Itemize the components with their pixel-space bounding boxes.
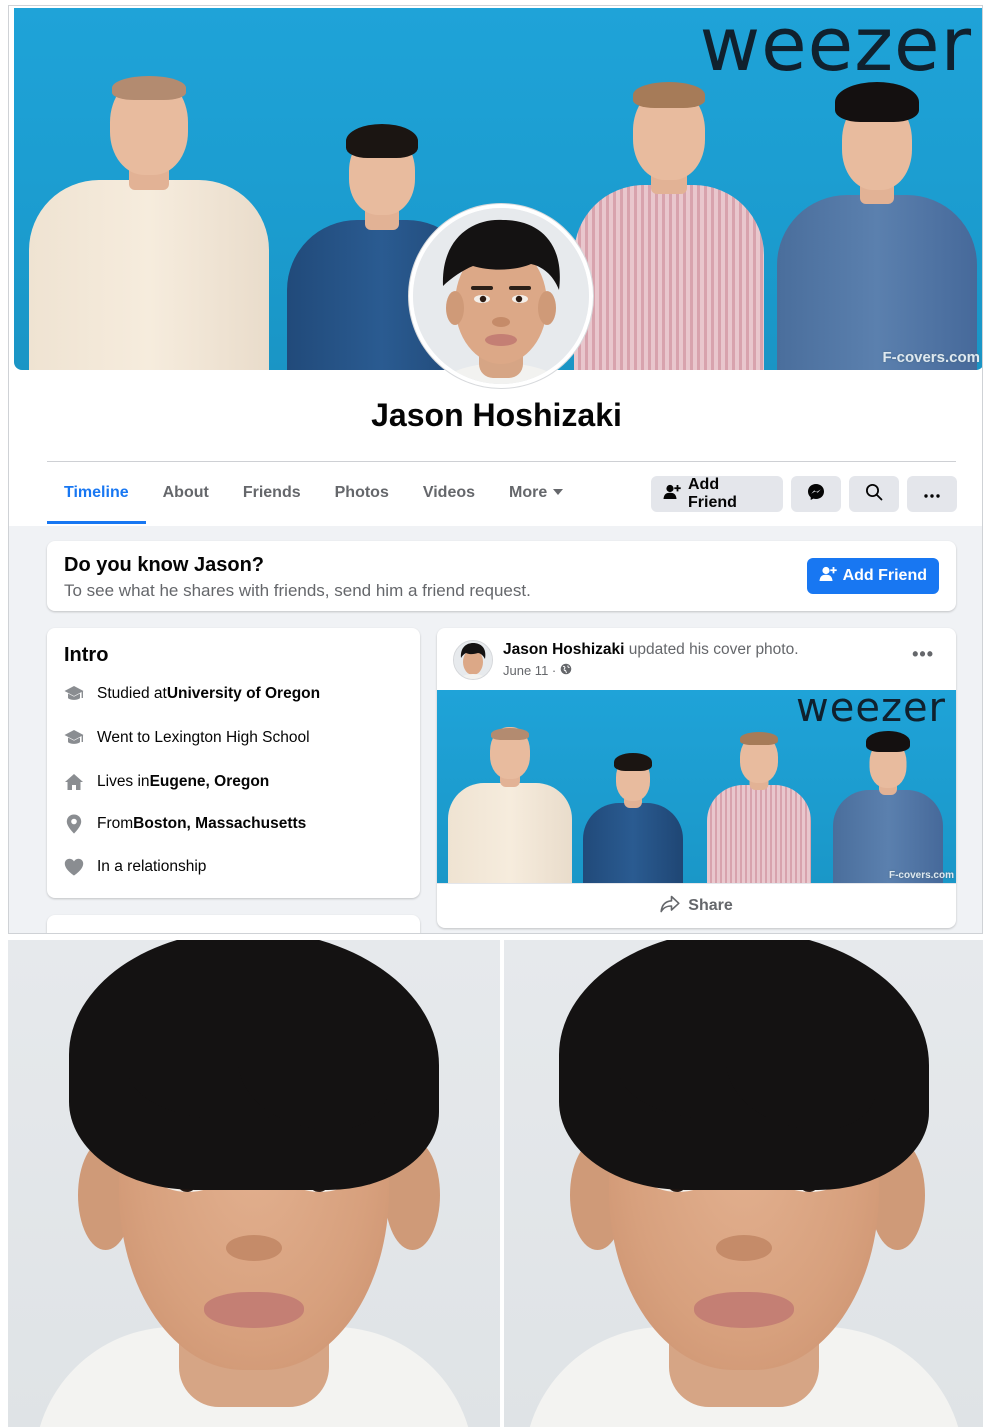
post-headline: Jason Hoshizaki updated his cover photo. xyxy=(503,641,799,659)
globe-icon xyxy=(560,663,572,678)
prompt-subtitle: To see what he shares with friends, send… xyxy=(64,581,531,600)
intro-row-lives-in: Lives in Eugene, Oregon xyxy=(64,772,269,792)
cover-credit: F-covers.com xyxy=(882,349,980,366)
caret-down-icon xyxy=(553,489,564,495)
heart-icon xyxy=(64,857,84,877)
graduation-cap-icon xyxy=(64,728,84,748)
post-options-button[interactable]: ••• xyxy=(912,644,934,665)
post-band-member-1 xyxy=(445,723,575,883)
post-image-credit: F-covers.com xyxy=(888,870,954,881)
post-cover-photo[interactable]: weezer F-covers.com xyxy=(437,690,956,883)
intro-row-highlight[interactable]: Boston, Massachusetts xyxy=(133,815,306,833)
intro-row-high-school: Went to Lexington High School xyxy=(64,728,310,748)
lips xyxy=(693,1292,794,1328)
location-pin-icon xyxy=(64,814,84,834)
post-image-wordmark: weezer xyxy=(796,690,946,731)
intro-row-text: Lives in xyxy=(97,773,150,790)
tab-about[interactable]: About xyxy=(146,466,226,524)
tab-label: Friends xyxy=(242,484,301,501)
post-date[interactable]: June 11 · xyxy=(503,663,556,678)
share-button[interactable]: Share xyxy=(437,883,956,928)
prompt-add-friend-button[interactable]: Add Friend xyxy=(806,558,939,594)
prompt-title: Do you know Jason? xyxy=(64,554,265,576)
tab-label: Videos xyxy=(422,484,476,501)
face-photo-right xyxy=(504,940,983,1427)
tab-label: About xyxy=(162,484,209,501)
post-author-avatar[interactable] xyxy=(453,640,493,680)
profile-actions: Add Friend xyxy=(651,476,957,512)
facebook-profile-screenshot: weezer F-covers.com Jason Hoshizaki Time… xyxy=(8,5,983,934)
intro-card: Intro Studied at University of Oregon We… xyxy=(47,628,420,898)
cover-wordmark: weezer xyxy=(699,8,972,88)
tab-friends[interactable]: Friends xyxy=(226,466,318,524)
intro-row-from: From Boston, Massachusetts xyxy=(64,814,306,834)
band-member-3 xyxy=(569,70,769,370)
profile-name: Jason Hoshizaki xyxy=(371,397,622,433)
graduation-cap-icon xyxy=(64,684,84,704)
post-author-name[interactable]: Jason Hoshizaki xyxy=(503,641,624,658)
search-button[interactable] xyxy=(849,476,899,512)
add-user-icon xyxy=(663,484,681,505)
tab-label: Photos xyxy=(334,484,389,501)
profile-picture[interactable] xyxy=(409,204,593,388)
tab-label: Timeline xyxy=(64,484,129,501)
nose xyxy=(226,1235,282,1261)
cover-photo-post: Jason Hoshizaki updated his cover photo.… xyxy=(437,628,956,928)
intro-row-highlight[interactable]: University of Oregon xyxy=(167,685,320,703)
tab-photos[interactable]: Photos xyxy=(318,466,406,524)
more-icon xyxy=(924,485,940,503)
face-photo-left xyxy=(8,940,500,1427)
prompt-add-friend-label: Add Friend xyxy=(842,567,927,584)
more-options-button[interactable] xyxy=(907,476,957,512)
post-band-member-2 xyxy=(580,743,686,883)
tab-label: More xyxy=(509,484,548,501)
profile-face-illustration xyxy=(413,208,589,384)
post-band-member-3 xyxy=(705,723,813,883)
tab-more[interactable]: More xyxy=(492,466,580,524)
share-icon xyxy=(660,895,680,918)
band-member-4 xyxy=(772,70,982,370)
message-button[interactable] xyxy=(791,476,841,512)
tab-videos[interactable]: Videos xyxy=(406,466,492,524)
profile-header: weezer F-covers.com Jason Hoshizaki Time… xyxy=(9,6,982,526)
friend-request-prompt: Do you know Jason? To see what he shares… xyxy=(47,541,956,611)
post-action-text: updated his cover photo. xyxy=(624,641,799,658)
intro-title: Intro xyxy=(64,644,109,666)
next-sidebar-card xyxy=(47,915,420,933)
tab-timeline[interactable]: Timeline xyxy=(47,466,146,524)
add-user-icon xyxy=(819,566,837,587)
intro-row-highlight[interactable]: Eugene, Oregon xyxy=(150,773,270,791)
share-label: Share xyxy=(688,897,733,914)
search-icon xyxy=(865,483,883,506)
nose xyxy=(715,1235,772,1261)
header-divider xyxy=(47,461,956,462)
post-meta: June 11 · xyxy=(503,663,572,678)
intro-row-text: From xyxy=(97,815,134,832)
add-friend-label: Add Friend xyxy=(688,476,737,511)
intro-row-text: Studied at xyxy=(97,685,167,702)
lips xyxy=(204,1292,304,1328)
post-band-member-4 xyxy=(830,723,946,883)
intro-row-text: Went to Lexington High School xyxy=(97,729,310,746)
profile-tabs: Timeline About Friends Photos Videos Mor… xyxy=(47,466,580,524)
intro-row-relationship: In a relationship xyxy=(64,857,206,877)
intro-row-education: Studied at University of Oregon xyxy=(64,684,320,704)
home-icon xyxy=(64,772,84,792)
messenger-icon xyxy=(807,483,825,506)
add-friend-button[interactable]: Add Friend xyxy=(651,476,783,512)
band-member-1 xyxy=(24,70,274,370)
intro-row-text: In a relationship xyxy=(97,858,207,875)
